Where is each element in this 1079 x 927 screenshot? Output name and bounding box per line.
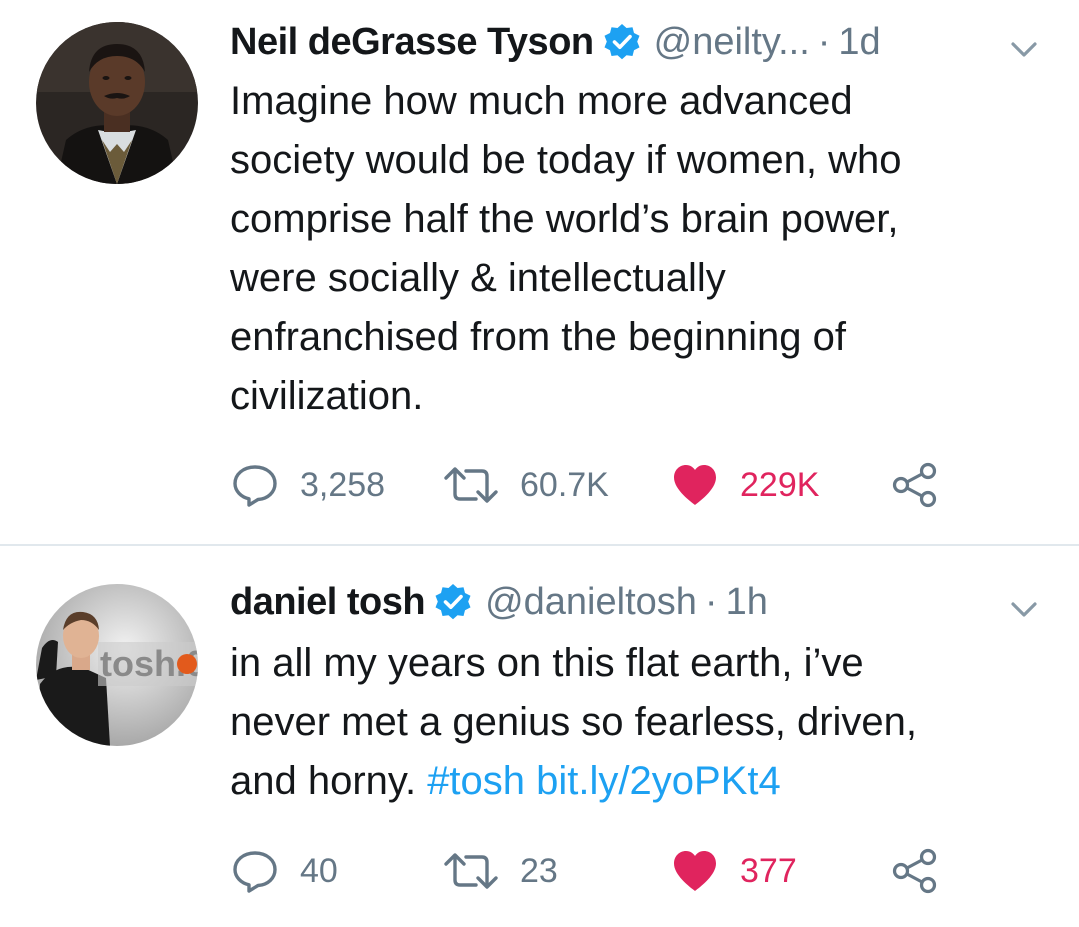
- tweet-text-fragment: and horny.: [230, 759, 417, 803]
- tweet-text-line: civilization.: [230, 374, 424, 418]
- like-button[interactable]: 229K: [670, 460, 819, 510]
- retweet-button[interactable]: 23: [442, 846, 558, 896]
- tweet-daniel-tosh[interactable]: tosh.0 daniel tosh @danieltosh · 1h in a…: [0, 546, 1079, 927]
- avatar[interactable]: [36, 22, 198, 184]
- tweet-text-line: Imagine how much more advanced: [230, 79, 853, 123]
- avatar-neil-degrasse-tyson-image: [36, 22, 198, 184]
- tweet-text-line: comprise half the world’s brain power,: [230, 197, 899, 241]
- retweet-icon: [444, 467, 498, 503]
- like-count: 377: [740, 851, 797, 890]
- like-button[interactable]: 377: [670, 846, 797, 896]
- reply-icon: [233, 851, 277, 893]
- tweet-text: in all my years on this flat earth, i’ve…: [230, 634, 1030, 811]
- verified-badge-icon: [433, 582, 473, 622]
- retweet-count: 23: [520, 851, 558, 890]
- retweet-count: 60.7K: [520, 465, 609, 504]
- tweet-text-line: enfranchised from the beginning of: [230, 315, 846, 359]
- verified-badge-icon: [602, 22, 642, 62]
- tweet-text-line: never met a genius so fearless, driven,: [230, 700, 918, 744]
- reply-button[interactable]: 40: [230, 846, 338, 896]
- tweet-header: daniel tosh @danieltosh · 1h: [230, 576, 768, 628]
- tweet-text-line: society would be today if women, who: [230, 138, 902, 182]
- heart-icon: [674, 465, 716, 505]
- reply-count: 40: [300, 851, 338, 890]
- heart-icon: [674, 851, 716, 891]
- tweet-neil-degrasse-tyson[interactable]: Neil deGrasse Tyson @neilty... · 1d Imag…: [0, 0, 1079, 545]
- url-link[interactable]: bit.ly/2yoPKt4: [536, 759, 781, 803]
- retweet-icon: [444, 853, 498, 889]
- author-name[interactable]: Neil deGrasse Tyson: [230, 21, 594, 64]
- share-button[interactable]: [890, 846, 940, 896]
- avatar[interactable]: tosh.0: [36, 584, 198, 746]
- chevron-down-icon[interactable]: [1007, 592, 1041, 626]
- separator-dot: ·: [704, 580, 718, 623]
- author-name[interactable]: daniel tosh: [230, 581, 426, 624]
- retweet-button[interactable]: 60.7K: [442, 460, 609, 510]
- author-handle[interactable]: @danieltosh: [485, 581, 697, 624]
- tweet-text-line: in all my years on this flat earth, i’ve: [230, 641, 864, 685]
- hashtag-link[interactable]: #tosh: [427, 759, 525, 803]
- tweet-text-line: and horny. #tosh bit.ly/2yoPKt4: [230, 752, 1030, 811]
- tweet-text-line: were socially & intellectually: [230, 256, 726, 300]
- chevron-down-icon[interactable]: [1007, 32, 1041, 66]
- tweet-actions: 3,258 60.7K 229K: [230, 460, 990, 510]
- reply-count: 3,258: [300, 465, 386, 504]
- avatar-daniel-tosh-image: tosh.0: [36, 584, 198, 746]
- tweet-text: Imagine how much more advanced society w…: [230, 72, 1030, 426]
- like-count: 229K: [740, 465, 820, 504]
- share-icon: [892, 848, 937, 894]
- share-icon: [892, 462, 937, 508]
- author-handle[interactable]: @neilty...: [654, 21, 810, 64]
- tweet-header: Neil deGrasse Tyson @neilty... · 1d: [230, 16, 881, 68]
- tweet-timestamp[interactable]: 1d: [838, 21, 880, 64]
- tweet-actions: 40 23 377: [230, 846, 990, 896]
- separator-dot: ·: [817, 20, 831, 63]
- reply-icon: [233, 465, 277, 507]
- tweet-timestamp[interactable]: 1h: [726, 581, 768, 624]
- reply-button[interactable]: 3,258: [230, 460, 385, 510]
- share-button[interactable]: [890, 460, 940, 510]
